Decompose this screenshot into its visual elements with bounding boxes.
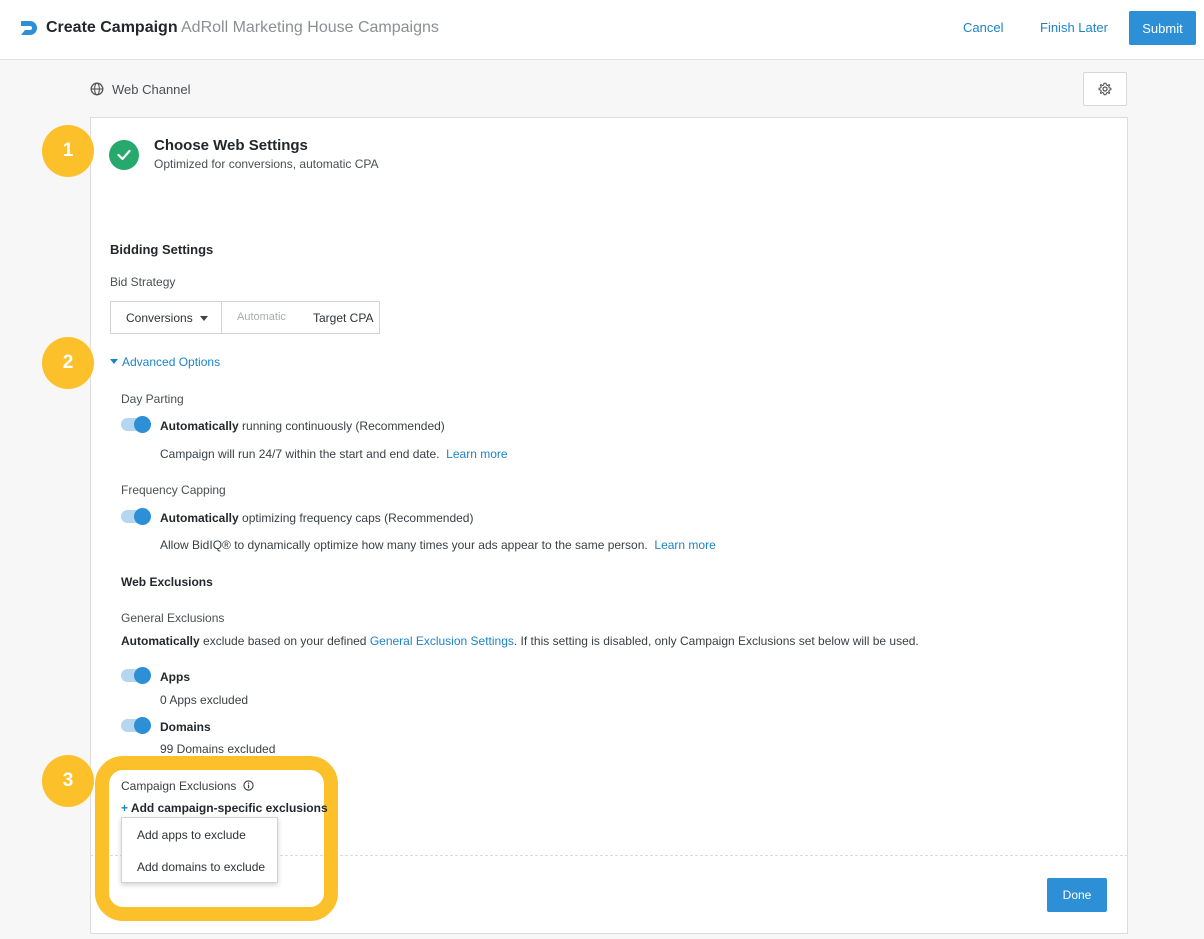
step-badge-3: 3 (42, 755, 94, 807)
general-exclusions-label: General Exclusions (121, 611, 225, 625)
bid-strategy-value: Conversions (126, 311, 193, 325)
adroll-logo-icon (21, 21, 37, 35)
switch-knob (134, 717, 151, 734)
page-subtitle: AdRoll Marketing House Campaigns (181, 19, 439, 36)
frequency-capping-learn-more-link[interactable]: Learn more (654, 538, 715, 552)
add-campaign-exclusions-button[interactable]: + Add campaign-specific exclusions (121, 801, 328, 815)
frequency-capping-switch[interactable] (121, 508, 151, 525)
frequency-capping-label: Frequency Capping (121, 483, 226, 497)
info-icon[interactable] (243, 780, 254, 791)
advanced-options-label: Advanced Options (122, 355, 221, 369)
domains-label: Domains (160, 720, 211, 734)
add-exclusions-menu: Add apps to exclude Add domains to exclu… (121, 817, 278, 883)
bid-automatic-label: Automatic (237, 311, 286, 323)
apps-excluded-count: 0 Apps excluded (160, 693, 249, 707)
top-bar: Create Campaign AdRoll Marketing House C… (0, 0, 1204, 60)
bid-strategy-label: Bid Strategy (110, 275, 176, 289)
check-icon (117, 149, 131, 161)
switch-knob (134, 416, 151, 433)
section-title: Choose Web Settings (154, 137, 308, 154)
bid-target-cpa-label: Target CPA (313, 311, 374, 325)
apps-label: Apps (160, 670, 190, 684)
day-parting-label: Day Parting (121, 392, 184, 406)
bid-strategy-control: Conversions Automatic Target CPA (110, 301, 380, 334)
day-parting-desc: Campaign will run 24/7 within the start … (160, 447, 508, 461)
web-exclusions-heading: Web Exclusions (121, 575, 213, 589)
caret-down-icon (110, 359, 118, 365)
day-parting-switch[interactable] (121, 416, 151, 433)
domains-exclusion-switch[interactable] (121, 717, 151, 734)
gear-icon (1098, 82, 1112, 96)
day-parting-text: Automatically running continuously (Reco… (160, 419, 445, 433)
cancel-button[interactable]: Cancel (963, 20, 1003, 35)
menu-item-add-apps[interactable]: Add apps to exclude (137, 828, 246, 842)
step-badge-2: 2 (42, 337, 94, 389)
section-subtitle: Optimized for conversions, automatic CPA (154, 157, 379, 171)
caret-down-icon (200, 316, 208, 321)
day-parting-learn-more-link[interactable]: Learn more (446, 447, 507, 461)
plus-icon: + (121, 801, 129, 815)
apps-exclusion-switch[interactable] (121, 667, 151, 684)
switch-knob (134, 667, 151, 684)
step-badge-1: 1 (42, 125, 94, 177)
step-complete-indicator (109, 140, 139, 170)
domains-excluded-count: 99 Domains excluded (160, 742, 276, 756)
bid-strategy-dropdown[interactable]: Conversions (111, 302, 222, 333)
channel-label: Web Channel (112, 82, 191, 97)
advanced-options-toggle[interactable]: Advanced Options (110, 355, 220, 369)
switch-knob (134, 508, 151, 525)
finish-later-button[interactable]: Finish Later (1040, 20, 1108, 35)
frequency-capping-text: Automatically optimizing frequency caps … (160, 511, 474, 525)
page-title: Create Campaign (46, 19, 178, 36)
frequency-capping-desc: Allow BidIQ® to dynamically optimize how… (160, 538, 716, 552)
general-exclusion-settings-link[interactable]: General Exclusion Settings (370, 634, 514, 648)
bidding-heading: Bidding Settings (110, 242, 214, 257)
globe-icon (90, 82, 104, 96)
menu-item-add-domains[interactable]: Add domains to exclude (137, 860, 265, 874)
campaign-exclusions-label: Campaign Exclusions (121, 779, 254, 793)
settings-button[interactable] (1083, 72, 1127, 106)
submit-button[interactable]: Submit (1129, 11, 1196, 45)
done-button[interactable]: Done (1047, 878, 1107, 912)
general-exclusions-text: Automatically exclude based on your defi… (121, 634, 919, 648)
